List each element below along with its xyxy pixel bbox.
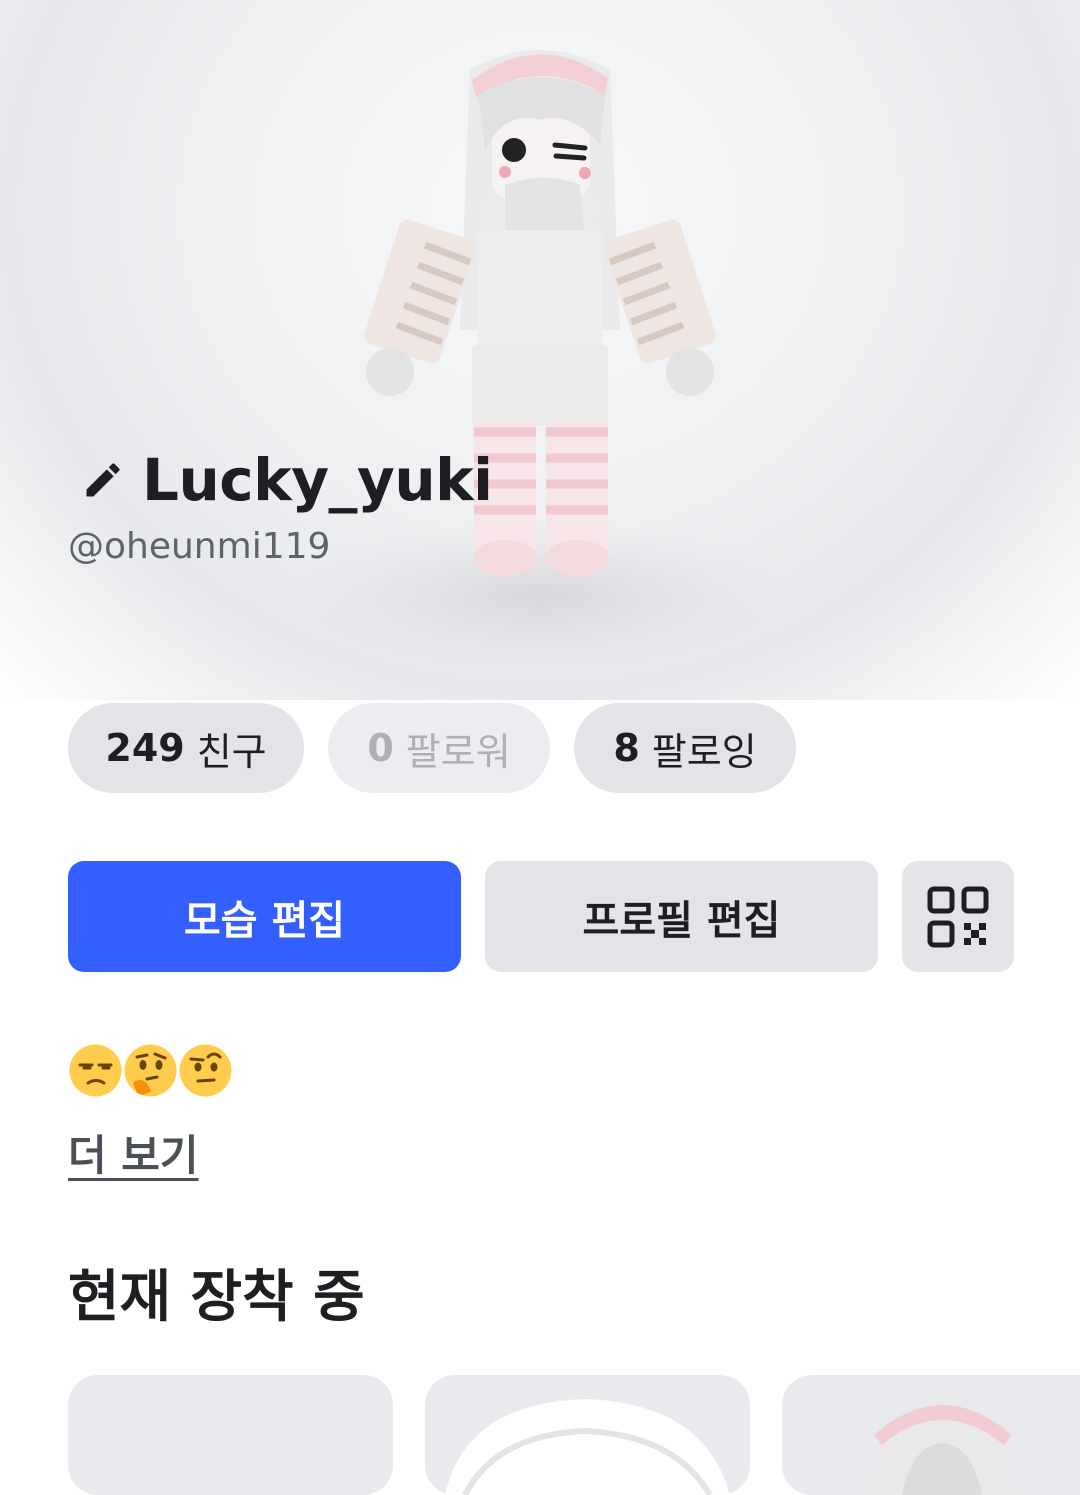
hair-item-thumbnail <box>445 1399 730 1495</box>
see-more-link[interactable]: 더 보기 <box>68 1122 199 1183</box>
qr-code-icon <box>927 886 989 947</box>
following-count: 8 <box>613 726 640 770</box>
edit-avatar-button[interactable]: 모습 편집 <box>68 861 461 972</box>
wearing-item-card[interactable] <box>425 1375 750 1495</box>
about-emojis <box>68 1043 233 1098</box>
friends-count-button[interactable]: 249 친구 <box>68 703 304 793</box>
followers-label: 팔로워 <box>405 729 511 774</box>
wearing-items-list <box>68 1375 1080 1495</box>
avatar-figure <box>363 50 717 576</box>
avatar-showcase <box>0 0 1080 700</box>
unamused-face-icon <box>69 1044 122 1097</box>
display-name: Lucky_yuki <box>142 446 493 514</box>
display-name-row[interactable]: Lucky_yuki <box>78 440 493 520</box>
wearing-item-card[interactable] <box>782 1375 1080 1495</box>
thinking-face-icon <box>124 1044 177 1097</box>
qr-code-button[interactable] <box>902 861 1014 972</box>
edit-profile-button[interactable]: 프로필 편집 <box>485 861 878 972</box>
social-stats: 249 친구 0 팔로워 8 팔로잉 <box>68 703 796 793</box>
following-label: 팔로잉 <box>651 729 757 774</box>
following-count-button[interactable]: 8 팔로잉 <box>574 703 796 793</box>
followers-count: 0 <box>367 726 394 770</box>
username: @oheunmi119 <box>68 526 331 567</box>
friends-count: 249 <box>105 726 185 770</box>
wearing-item-card[interactable] <box>68 1375 393 1495</box>
pencil-icon[interactable] <box>78 455 128 505</box>
followers-count-button[interactable]: 0 팔로워 <box>328 703 550 793</box>
friends-label: 친구 <box>196 729 267 774</box>
accessory-item-thumbnail <box>862 1393 1022 1495</box>
face-with-raised-eyebrow-icon <box>179 1044 232 1097</box>
currently-wearing-title: 현재 장착 중 <box>68 1265 365 1330</box>
profile-actions: 모습 편집 프로필 편집 <box>68 861 1014 972</box>
